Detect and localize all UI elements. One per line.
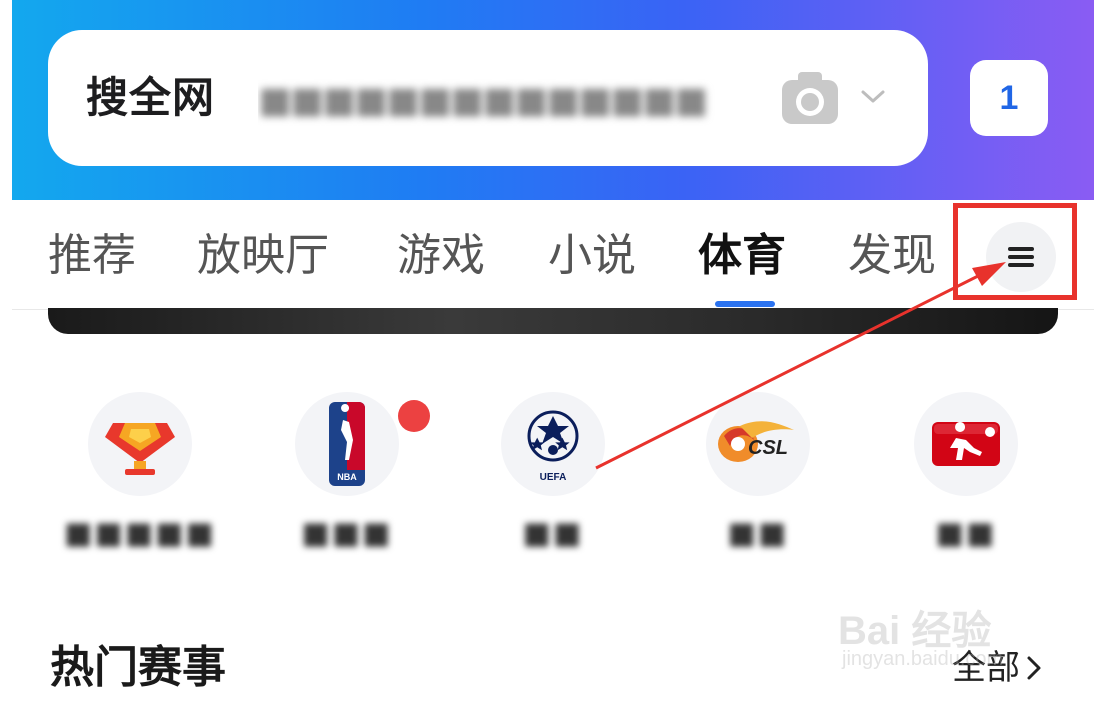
tab-recommend[interactable]: 推荐 <box>48 228 136 284</box>
tab-games[interactable]: 游戏 <box>397 228 485 284</box>
channel-tabs: 推荐 放映厅 游戏 小说 体育 发现 <box>0 200 1094 310</box>
nba-logo-icon: NBA <box>329 402 365 486</box>
search-query-text: ■■■■■■■■■■■■■■ <box>258 79 708 121</box>
baidu-jingyan-watermark: Bai 经验 jingyan.baidu.com <box>838 586 1058 676</box>
shortcut-label: ■■■ <box>301 516 393 551</box>
active-tab-indicator <box>715 301 775 307</box>
tab-sports[interactable]: 体育 <box>698 228 786 284</box>
section-title: 热门赛事 <box>50 642 226 693</box>
chevron-down-icon[interactable] <box>860 88 886 106</box>
ruby-trophy-icon <box>105 423 175 475</box>
search-box[interactable]: 搜全网 ■■■■■■■■■■■■■■ <box>48 30 928 166</box>
svg-text:NBA: NBA <box>337 472 357 482</box>
shortcut-item[interactable] <box>914 392 1018 496</box>
shortcut-label: ■■ <box>522 516 584 551</box>
shortcut-label: ■■ <box>727 516 789 551</box>
csl-logo-icon: CSL <box>718 421 794 462</box>
shortcut-item[interactable]: UEFA <box>501 392 605 496</box>
annotation-highlight-box <box>953 203 1077 300</box>
shortcut-item[interactable]: CSL <box>706 392 810 496</box>
svg-text:CSL: CSL <box>748 437 788 459</box>
tab-novels[interactable]: 小说 <box>548 228 636 284</box>
tab-count-button[interactable]: 1 <box>970 60 1048 136</box>
shortcut-label: ■■■■■ <box>64 516 216 551</box>
notification-badge <box>398 400 430 432</box>
svg-text:UEFA: UEFA <box>540 472 567 483</box>
banner-image[interactable] <box>48 308 1058 334</box>
shortcut-item[interactable] <box>88 392 192 496</box>
watermark-sub: jingyan.baidu.com <box>842 648 1004 670</box>
camera-icon[interactable] <box>780 68 840 126</box>
uefa-champions-league-icon: UEFA <box>527 410 579 483</box>
tab-discover[interactable]: 发现 <box>848 228 936 284</box>
tab-theater[interactable]: 放映厅 <box>197 228 329 284</box>
search-input[interactable]: ■■■■■■■■■■■■■■ <box>258 72 728 128</box>
shortcut-item[interactable]: NBA <box>295 392 399 496</box>
shortcut-label: ■■ <box>935 516 997 551</box>
bundesliga-logo-icon <box>932 422 1000 466</box>
search-scope-label[interactable]: 搜全网 <box>86 70 215 126</box>
